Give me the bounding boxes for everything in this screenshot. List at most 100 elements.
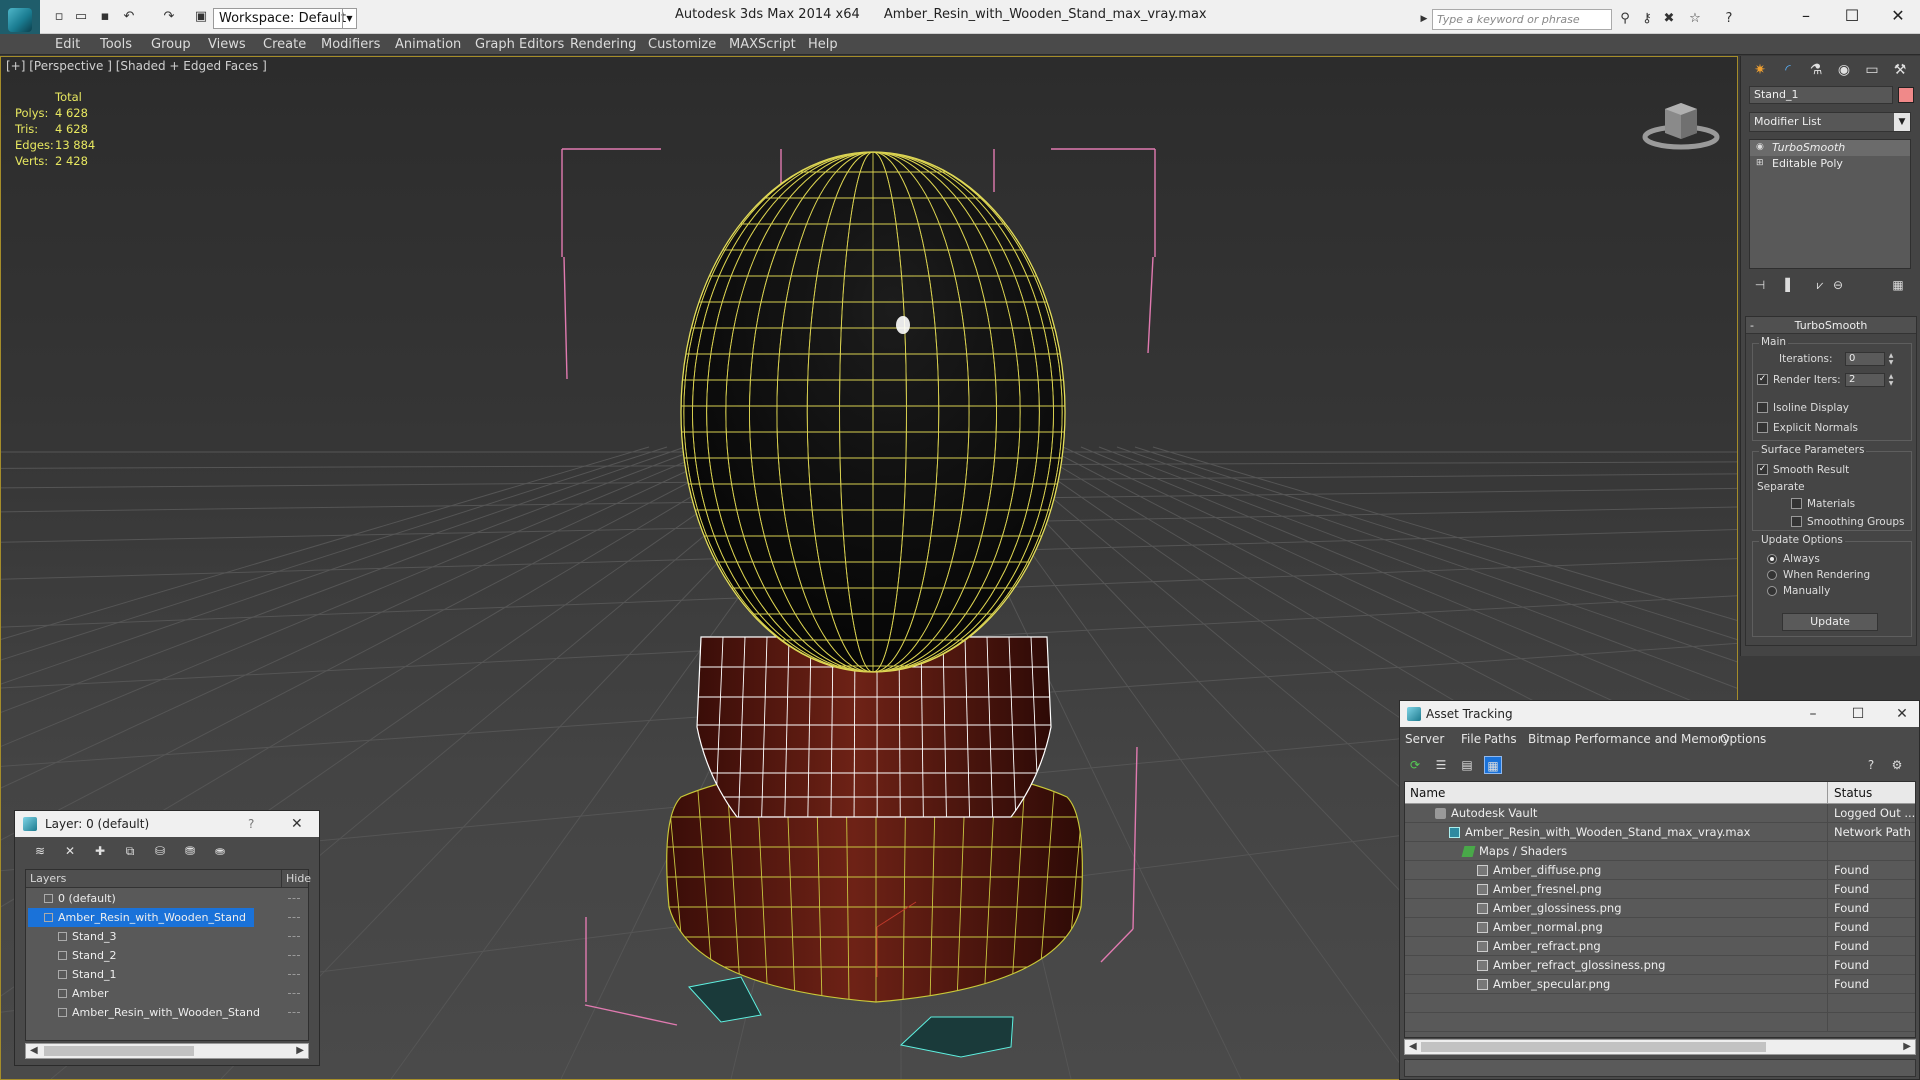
settings-icon[interactable]: ⚙ xyxy=(1888,756,1906,774)
close-button[interactable]: ✕ xyxy=(1882,701,1920,727)
render-iters-checkbox[interactable]: ✓ xyxy=(1757,374,1768,385)
layer-row[interactable]: Amber xyxy=(26,984,308,1003)
asset-menu-paths[interactable]: Paths xyxy=(1484,727,1517,751)
display-tab-icon[interactable]: ▭ xyxy=(1859,58,1885,82)
scroll-right-icon[interactable]: ▶ xyxy=(296,1044,304,1058)
close-button[interactable]: ✕ xyxy=(1878,4,1918,28)
asset-row[interactable]: Amber_refract_glossiness.png Found xyxy=(1405,956,1915,975)
table-view-icon[interactable]: ▤ xyxy=(1458,756,1476,774)
help-button[interactable]: ? xyxy=(248,811,254,837)
modifier-list-dropdown[interactable]: Modifier List ▼ xyxy=(1749,112,1911,132)
asset-row[interactable]: Amber_diffuse.png Found xyxy=(1405,861,1915,880)
make-unique-icon[interactable]: ⩗ xyxy=(1811,276,1829,294)
hide-toggle-icon[interactable] xyxy=(288,974,300,976)
asset-menu-server[interactable]: Server xyxy=(1405,727,1444,751)
manually-radio[interactable] xyxy=(1767,586,1777,596)
layer-row[interactable]: Amber_Resin_with_Wooden_Stand xyxy=(26,1003,308,1022)
scroll-thumb[interactable] xyxy=(1421,1042,1766,1052)
binoculars-icon[interactable]: ⚲ xyxy=(1616,10,1634,28)
x-tools-icon[interactable]: ✖ xyxy=(1660,10,1678,28)
viewcube-icon[interactable] xyxy=(1641,93,1721,153)
layers-column-header[interactable]: Layers xyxy=(30,870,66,888)
configure-sets-icon[interactable]: ▦ xyxy=(1889,276,1907,294)
asset-row[interactable]: Autodesk Vault Logged Out ... xyxy=(1405,804,1915,823)
hide-toggle-icon[interactable] xyxy=(288,1012,300,1014)
remove-modifier-icon[interactable]: ⊖ xyxy=(1829,276,1847,294)
smoothing-groups-checkbox[interactable] xyxy=(1791,516,1802,527)
isoline-display-checkbox[interactable] xyxy=(1757,402,1768,413)
new-layer-icon[interactable]: ≋ xyxy=(31,843,49,859)
asset-menu-file[interactable]: File xyxy=(1461,727,1481,751)
hide-toggle-icon[interactable] xyxy=(288,898,300,900)
minimize-button[interactable]: – xyxy=(1786,4,1826,28)
asset-path-field[interactable] xyxy=(1404,1059,1916,1077)
object-color-swatch[interactable] xyxy=(1898,87,1914,103)
menu-graph-editors[interactable]: Graph Editors xyxy=(475,34,564,55)
stack-item-editable-poly[interactable]: ⊞ Editable Poly xyxy=(1750,156,1910,172)
rollout-header[interactable]: - TurboSmooth xyxy=(1746,317,1916,334)
project-folder-icon[interactable]: ▣ xyxy=(192,9,210,25)
modifier-stack[interactable]: ◉ TurboSmooth ⊞ Editable Poly xyxy=(1749,139,1911,269)
hierarchy-tab-icon[interactable]: ⚗ xyxy=(1803,58,1829,82)
render-iters-spinner[interactable]: 2 xyxy=(1845,373,1885,387)
asset-menu-bitmap-performance[interactable]: Bitmap Performance and Memory xyxy=(1528,727,1730,751)
grid-view-icon[interactable]: ▦ xyxy=(1484,756,1502,774)
spinner-arrows-icon[interactable]: ▲ ▼ xyxy=(1887,352,1895,366)
layer-horizontal-scrollbar[interactable]: ◀ ▶ xyxy=(25,1043,309,1059)
asset-row[interactable]: Amber_glossiness.png Found xyxy=(1405,899,1915,918)
hide-column-header[interactable]: Hide xyxy=(281,870,311,888)
hide-toggle-icon[interactable] xyxy=(288,993,300,995)
explicit-normals-checkbox[interactable] xyxy=(1757,422,1768,433)
key-icon[interactable]: ⚷ xyxy=(1638,10,1656,28)
hide-toggle-icon[interactable] xyxy=(288,955,300,957)
show-end-result-icon[interactable]: ▌ xyxy=(1781,276,1799,294)
maximize-button[interactable]: ☐ xyxy=(1832,4,1872,28)
menu-animation[interactable]: Animation xyxy=(395,34,461,55)
layer-row[interactable]: 0 (default) xyxy=(26,889,308,908)
scroll-left-icon[interactable]: ◀ xyxy=(1409,1040,1417,1054)
new-file-icon[interactable]: ▫ xyxy=(50,9,68,25)
asset-horizontal-scrollbar[interactable]: ◀ ▶ xyxy=(1404,1039,1916,1055)
select-in-layer-icon[interactable]: ⧉ xyxy=(121,843,139,859)
list-view-icon[interactable]: ☰ xyxy=(1432,756,1450,774)
modify-tab-icon[interactable]: ◜ xyxy=(1775,58,1801,82)
layer-row[interactable]: Stand_1 xyxy=(26,965,308,984)
set-current-layer-icon[interactable]: ⛃ xyxy=(181,843,199,859)
asset-row[interactable]: Amber_fresnel.png Found xyxy=(1405,880,1915,899)
iterations-spinner[interactable]: 0 xyxy=(1845,352,1885,366)
star-icon[interactable]: ☆ xyxy=(1686,10,1704,28)
menu-views[interactable]: Views xyxy=(208,34,246,55)
stack-item-turbosmooth[interactable]: ◉ TurboSmooth xyxy=(1750,140,1910,156)
asset-menu-options[interactable]: Options xyxy=(1720,727,1766,751)
scroll-left-icon[interactable]: ◀ xyxy=(30,1044,38,1058)
menu-modifiers[interactable]: Modifiers xyxy=(321,34,380,55)
expand-plus-icon[interactable]: ⊞ xyxy=(1756,159,1765,168)
menu-rendering[interactable]: Rendering xyxy=(570,34,636,55)
layer-row[interactable]: Amber_Resin_with_Wooden_Stand xyxy=(26,908,308,927)
always-radio[interactable] xyxy=(1767,554,1777,564)
hide-toggle-icon[interactable] xyxy=(288,917,300,919)
open-file-icon[interactable]: ▭ xyxy=(72,9,90,25)
maximize-button[interactable]: ☐ xyxy=(1838,701,1878,727)
asset-table[interactable]: Name Status Autodesk Vault Logged Out ...… xyxy=(1404,781,1916,1038)
menu-edit[interactable]: Edit xyxy=(55,34,80,55)
spinner-arrows-icon[interactable]: ▲ ▼ xyxy=(1887,373,1895,387)
refresh-icon[interactable]: ⟳ xyxy=(1406,756,1424,774)
save-file-icon[interactable]: ▪ xyxy=(96,9,114,25)
undo-icon[interactable]: ↶ xyxy=(120,9,138,25)
asset-row[interactable]: Amber_normal.png Found xyxy=(1405,918,1915,937)
menu-maxscript[interactable]: MAXScript xyxy=(729,34,796,55)
update-button[interactable]: Update xyxy=(1782,613,1878,631)
layer-list[interactable]: Layers Hide 0 (default) Amber_Resin_with_… xyxy=(25,869,311,1041)
asset-row[interactable]: Amber_Resin_with_Wooden_Stand_max_vray.m… xyxy=(1405,823,1915,842)
motion-tab-icon[interactable]: ◉ xyxy=(1831,58,1857,82)
add-to-layer-icon[interactable]: ✚ xyxy=(91,843,109,859)
delete-layer-icon[interactable]: ✕ xyxy=(61,843,79,859)
create-tab-icon[interactable]: ✷ xyxy=(1747,58,1773,82)
layer-row[interactable]: Stand_3 xyxy=(26,927,308,946)
minimize-button[interactable]: – xyxy=(1793,701,1833,727)
hide-toggle-icon[interactable] xyxy=(288,936,300,938)
status-column-header[interactable]: Status xyxy=(1827,782,1872,804)
asset-row[interactable]: Maps / Shaders xyxy=(1405,842,1915,861)
help-icon[interactable]: ? xyxy=(1862,756,1880,774)
